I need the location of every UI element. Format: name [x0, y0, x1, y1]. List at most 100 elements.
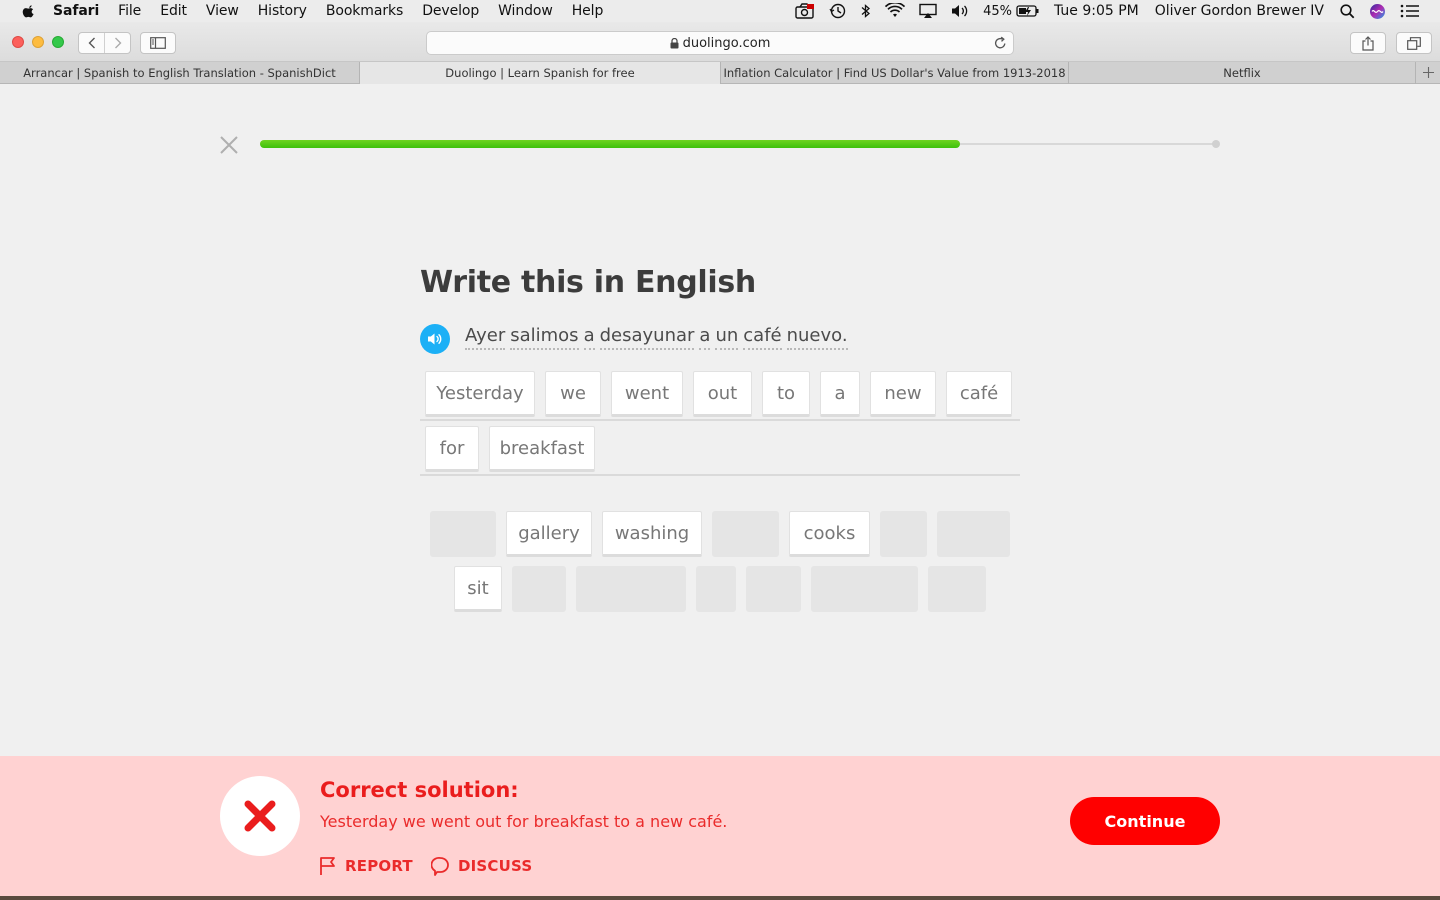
answer-word-tile[interactable]: new: [870, 371, 936, 417]
menu-app-name[interactable]: Safari: [53, 3, 99, 19]
source-word[interactable]: a: [583, 325, 595, 350]
source-word[interactable]: desayunar: [599, 325, 695, 350]
answer-word-tile[interactable]: went: [611, 371, 683, 417]
forward-button[interactable]: [105, 33, 130, 53]
reload-icon[interactable]: [994, 36, 1007, 54]
desktop-edge: [0, 896, 1440, 900]
answer-word-tile[interactable]: we: [545, 371, 601, 417]
menu-view[interactable]: View: [206, 3, 239, 19]
tab-label: Arrancar | Spanish to English Translatio…: [23, 66, 336, 80]
word-bank-tile[interactable]: washing: [602, 511, 702, 557]
word-bank-row: gallery washing cooks: [0, 511, 1440, 561]
menu-bar: Safari File Edit View History Bookmarks …: [0, 0, 1440, 22]
menubar-clock[interactable]: Tue 9:05 PM: [1054, 3, 1139, 19]
chevron-left-icon: [88, 37, 95, 49]
spotlight-icon[interactable]: [1340, 3, 1355, 19]
back-button[interactable]: [79, 33, 105, 53]
quit-lesson-close-icon[interactable]: [219, 135, 239, 155]
word-bank-empty-slot: [576, 566, 686, 612]
tabs-icon: [1407, 36, 1421, 50]
report-label: REPORT: [345, 857, 413, 875]
wifi-icon[interactable]: [885, 3, 906, 19]
answer-line: [420, 474, 1020, 476]
tab-label: Inflation Calculator | Find US Dollar's …: [723, 66, 1066, 80]
source-word[interactable]: un: [715, 325, 739, 350]
speaker-icon: [428, 333, 442, 345]
word-bank-row: sit: [0, 566, 1440, 616]
lesson-page: Write this in English Ayer salimos a des…: [0, 85, 1440, 756]
menu-edit[interactable]: Edit: [160, 3, 187, 19]
photo-booth-icon[interactable]: [795, 3, 815, 19]
menu-help[interactable]: Help: [572, 3, 604, 19]
notification-center-icon[interactable]: [1400, 4, 1420, 18]
answer-word-tile[interactable]: a: [820, 371, 860, 417]
word-bank-tile[interactable]: gallery: [506, 511, 592, 557]
url-text: duolingo.com: [682, 35, 771, 51]
answer-word-tile[interactable]: breakfast: [489, 426, 595, 472]
source-word[interactable]: salimos: [510, 325, 579, 350]
word-bank-empty-slot: [512, 566, 566, 612]
continue-button[interactable]: Continue: [1070, 797, 1220, 845]
chevron-right-icon: [114, 37, 121, 49]
volume-icon[interactable]: [951, 3, 969, 19]
answer-word-tile[interactable]: for: [425, 426, 479, 472]
source-word[interactable]: café: [743, 325, 782, 350]
tab-overview-button[interactable]: [1396, 32, 1432, 54]
word-bank-tile[interactable]: sit: [454, 566, 502, 612]
menu-develop[interactable]: Develop: [422, 3, 479, 19]
source-word[interactable]: Ayer: [465, 325, 506, 350]
answer-row: for breakfast: [0, 426, 1440, 476]
word-bank-tile[interactable]: cooks: [789, 511, 870, 557]
new-tab-button[interactable]: [1416, 62, 1440, 83]
plus-icon: [1422, 67, 1434, 78]
word-bank-empty-slot: [811, 566, 918, 612]
answer-word-tile[interactable]: café: [946, 371, 1012, 417]
tab-label: Duolingo | Learn Spanish for free: [445, 66, 635, 80]
menu-bookmarks[interactable]: Bookmarks: [326, 3, 403, 19]
address-bar[interactable]: duolingo.com: [426, 31, 1014, 55]
play-audio-button[interactable]: [420, 324, 450, 354]
discuss-button[interactable]: DISCUSS: [431, 856, 532, 876]
answer-word-tile[interactable]: to: [762, 371, 810, 417]
lesson-progress-bar: [260, 140, 1220, 148]
answer-word-tile[interactable]: Yesterday: [425, 371, 535, 417]
source-sentence: Ayer salimos a desayunar a un café nuevo…: [465, 325, 853, 350]
share-button[interactable]: [1350, 32, 1386, 54]
history-navigation: [78, 32, 131, 54]
fullscreen-window-button[interactable]: [52, 36, 64, 48]
answer-row: Yesterday we went out to a new café: [0, 371, 1440, 421]
sidebar-icon: [150, 37, 166, 49]
feedback-footer: Correct solution: Yesterday we went out …: [0, 756, 1440, 896]
answer-word-tile[interactable]: out: [693, 371, 752, 417]
lock-icon: [670, 37, 679, 49]
apple-icon[interactable]: [22, 4, 36, 18]
report-button[interactable]: REPORT: [319, 856, 413, 876]
source-word[interactable]: nuevo.: [786, 325, 848, 350]
menu-history[interactable]: History: [258, 3, 307, 19]
minimize-window-button[interactable]: [32, 36, 44, 48]
sidebar-toggle-button[interactable]: [140, 32, 176, 54]
time-machine-icon[interactable]: [829, 3, 847, 19]
speech-bubble-icon: [431, 856, 450, 876]
discuss-label: DISCUSS: [458, 857, 533, 875]
menubar-user[interactable]: Oliver Gordon Brewer IV: [1155, 3, 1324, 19]
source-word[interactable]: a: [699, 325, 711, 350]
tab-spanishdict[interactable]: Arrancar | Spanish to English Translatio…: [0, 62, 360, 84]
tab-label: Netflix: [1223, 66, 1261, 80]
siri-icon[interactable]: [1369, 3, 1386, 20]
bluetooth-icon[interactable]: [861, 3, 871, 19]
menu-window[interactable]: Window: [498, 3, 553, 19]
incorrect-badge: [220, 776, 300, 856]
word-bank-empty-slot: [937, 511, 1010, 557]
battery-icon[interactable]: [1016, 4, 1040, 18]
tab-inflation-calculator[interactable]: Inflation Calculator | Find US Dollar's …: [721, 62, 1069, 84]
menu-file[interactable]: File: [118, 3, 141, 19]
tab-duolingo[interactable]: Duolingo | Learn Spanish for free: [360, 62, 721, 84]
lesson-progress-end: [1212, 140, 1220, 148]
airplay-icon[interactable]: [919, 3, 937, 19]
feedback-title: Correct solution:: [320, 778, 519, 802]
word-bank-empty-slot: [928, 566, 986, 612]
word-bank-empty-slot: [712, 511, 779, 557]
close-window-button[interactable]: [12, 36, 24, 48]
tab-netflix[interactable]: Netflix: [1069, 62, 1416, 84]
